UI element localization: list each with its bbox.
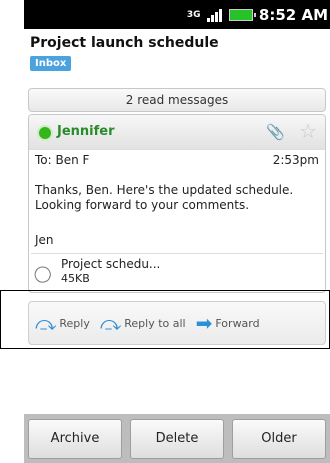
folder-badge[interactable]: Inbox bbox=[30, 56, 72, 71]
reply-all-label: Reply to all bbox=[124, 316, 186, 330]
message-header[interactable]: Jennifer 📎 ☆ bbox=[29, 115, 325, 150]
forward-arrow-icon: ➡ bbox=[195, 311, 213, 335]
forward-button[interactable]: ➡ Forward bbox=[196, 311, 260, 335]
signal-strength-icon bbox=[206, 8, 223, 22]
battery-icon bbox=[228, 8, 256, 21]
reply-all-button[interactable]: ⤼ Reply to all bbox=[100, 311, 186, 335]
older-button[interactable]: Older bbox=[232, 418, 326, 459]
read-messages-bar[interactable]: 2 read messages bbox=[28, 88, 326, 112]
sender-name[interactable]: Jennifer bbox=[57, 124, 115, 139]
reply-arrow-icon: ⤼ bbox=[35, 311, 57, 335]
forward-label: Forward bbox=[215, 316, 260, 330]
recipient: To: Ben F bbox=[35, 153, 90, 167]
reply-label: Reply bbox=[59, 316, 90, 330]
message-card: Jennifer 📎 ☆ To: Ben F 2:53pm Thanks, Be… bbox=[28, 114, 326, 293]
network-type-icon: 3G bbox=[186, 9, 201, 20]
attachment-size: 45KB bbox=[61, 272, 90, 285]
attachment[interactable]: ◯ Project schedu... 45KB bbox=[29, 253, 323, 290]
reply-all-arrow-icon: ⤼ bbox=[99, 311, 122, 335]
message-signature: Jen bbox=[35, 233, 54, 247]
delete-button[interactable]: Delete bbox=[130, 418, 224, 459]
reply-button[interactable]: ⤼ Reply bbox=[35, 311, 90, 335]
attachment-clip-icon: 📎 bbox=[266, 123, 285, 141]
bottom-toolbar: Archive Delete Older bbox=[24, 414, 330, 463]
recipient-row: To: Ben F 2:53pm bbox=[35, 153, 319, 167]
attachment-name[interactable]: Project schedu... bbox=[61, 257, 160, 271]
message-body: Thanks, Ben. Here's the updated schedule… bbox=[35, 183, 294, 212]
paperclip-icon: ◯ bbox=[29, 260, 55, 287]
status-time: 8:52 AM bbox=[258, 5, 328, 24]
archive-button[interactable]: Archive bbox=[28, 418, 122, 459]
subject-title: Project launch schedule bbox=[30, 35, 219, 51]
subject-header: Project launch schedule Inbox bbox=[24, 29, 330, 71]
message-actions: ⤼ Reply ⤼ Reply to all ➡ Forward bbox=[28, 301, 326, 345]
status-bar: 3G 8:52 AM bbox=[24, 0, 330, 29]
star-icon[interactable]: ☆ bbox=[299, 119, 317, 143]
email-viewer: 3G 8:52 AM Project launch schedule Inbox… bbox=[24, 0, 330, 463]
presence-online-icon bbox=[37, 125, 53, 141]
message-time: 2:53pm bbox=[272, 153, 319, 167]
